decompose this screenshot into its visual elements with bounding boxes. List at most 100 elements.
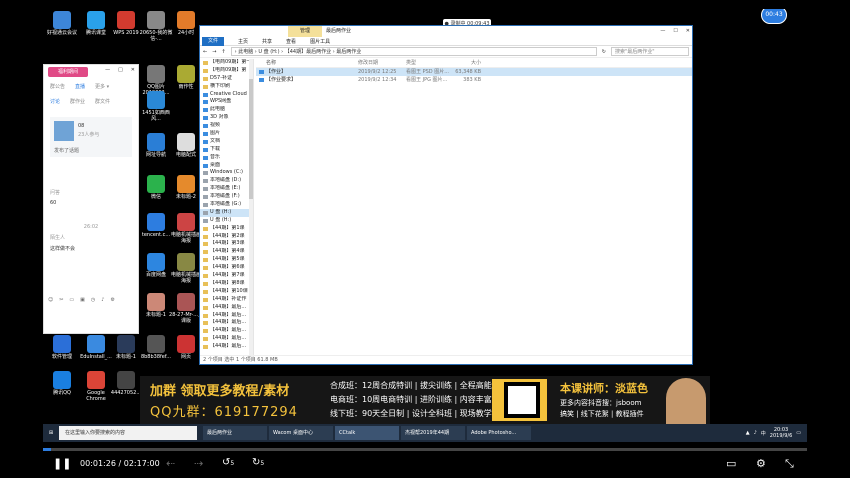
- nav-item[interactable]: 此电脑: [200, 106, 253, 114]
- emoji-icon[interactable]: ☺: [48, 297, 53, 303]
- desktop-shortcut[interactable]: 网页: [169, 335, 203, 360]
- taskbar-task[interactable]: 杰视帮2019年44期: [401, 426, 465, 440]
- taskbar-search[interactable]: 在这里输入你要搜索的内容: [59, 426, 197, 440]
- ime-icon[interactable]: 中: [761, 430, 766, 437]
- nav-item[interactable]: 下载: [200, 146, 253, 154]
- nav-item[interactable]: 【电商09期】第: [200, 67, 253, 75]
- tab-files[interactable]: 群文件: [95, 98, 110, 105]
- tab-picture-tools[interactable]: 图片工具: [310, 38, 330, 45]
- nav-item[interactable]: 【44期】第1课: [200, 225, 253, 233]
- settings-icon[interactable]: ⚙: [110, 297, 114, 303]
- network-icon[interactable]: ▲: [746, 430, 750, 436]
- desktop-shortcut[interactable]: 8b8b38fef...: [139, 335, 173, 360]
- scissors-icon[interactable]: ✂: [59, 297, 63, 303]
- address-bar[interactable]: › 此电脑 › U 盘 (H:) › 【44期】最后两作业 › 最后两作业: [230, 47, 597, 56]
- nav-item[interactable]: 【44期】最后...: [200, 312, 253, 320]
- forward-5-icon[interactable]: ↻5: [252, 457, 264, 468]
- file-row[interactable]: 【作业】 2019/9/2 12:25 看图王 PSD 图片... 63,348 KB: [256, 68, 692, 76]
- nav-item[interactable]: 【44期】第8课: [200, 280, 253, 288]
- desktop-shortcut[interactable]: 24小时: [169, 11, 203, 36]
- bell-icon[interactable]: ♪: [101, 297, 104, 303]
- tab-file[interactable]: 文件: [202, 36, 225, 46]
- desktop-shortcut[interactable]: 电脑机械插画海报: [169, 253, 203, 284]
- nav-item[interactable]: 本地磁盘 (E:): [200, 185, 253, 193]
- tab-home[interactable]: 主页: [238, 38, 248, 45]
- fullscreen-icon[interactable]: ⤡: [785, 457, 794, 471]
- search-input[interactable]: 搜索"最后两作业": [611, 47, 689, 56]
- nav-item[interactable]: 【44期】最后...: [200, 327, 253, 335]
- column-name[interactable]: 名称: [256, 59, 358, 67]
- desktop-shortcut[interactable]: 28-27-Mr-...上课版: [169, 293, 203, 324]
- nav-scrollbar-thumb[interactable]: [249, 79, 253, 199]
- folder-icon[interactable]: ▭: [69, 297, 74, 303]
- subtitle-icon[interactable]: ▭: [726, 457, 736, 470]
- desktop-shortcut[interactable]: 网址导航: [139, 133, 173, 158]
- column-date[interactable]: 修改日期: [358, 59, 406, 67]
- forward-icon[interactable]: →: [212, 49, 216, 55]
- nav-item[interactable]: Creative Cloud: [200, 91, 253, 99]
- nav-item[interactable]: 【44期】补证作: [200, 296, 253, 304]
- desktop-shortcut[interactable]: 腾讯课堂: [79, 11, 113, 36]
- nav-item[interactable]: 本地磁盘 (F:): [200, 193, 253, 201]
- tab-live[interactable]: 直播: [75, 83, 85, 90]
- desktop-shortcut[interactable]: EduInstall_...: [79, 335, 113, 360]
- close-icon[interactable]: ✕: [131, 67, 135, 73]
- settings-icon[interactable]: ⚙: [756, 457, 766, 470]
- nav-item[interactable]: 本地磁盘 (G:): [200, 201, 253, 209]
- desktop-shortcut[interactable]: 腾讯QQ: [45, 371, 79, 396]
- nav-item[interactable]: 【44期】第7课: [200, 272, 253, 280]
- nav-item[interactable]: 【44期】第4课: [200, 248, 253, 256]
- refresh-icon[interactable]: ↻: [602, 49, 606, 55]
- column-type[interactable]: 类型: [406, 59, 453, 67]
- previous-icon[interactable]: ⇠: [166, 457, 175, 470]
- desktop-shortcut[interactable]: WPS 2019: [109, 11, 143, 36]
- next-icon[interactable]: ⇢: [194, 457, 203, 470]
- timer-badge[interactable]: 00:43: [761, 9, 787, 24]
- maximize-icon[interactable]: □: [118, 67, 123, 73]
- column-size[interactable]: 大小: [453, 59, 481, 67]
- desktop-shortcut[interactable]: 未标题-1: [109, 335, 143, 360]
- nav-item[interactable]: 【电商09期】第一: [200, 59, 253, 67]
- nav-item[interactable]: 【44期】最后...: [200, 319, 253, 327]
- desktop-shortcut[interactable]: 未标题-2: [169, 175, 203, 200]
- tab-homework[interactable]: 群作业: [70, 98, 85, 105]
- nav-item[interactable]: 【44期】最后...: [200, 335, 253, 343]
- clock-icon[interactable]: ◷: [91, 297, 95, 303]
- nav-item[interactable]: 3D 对象: [200, 114, 253, 122]
- nav-item[interactable]: 图片: [200, 130, 253, 138]
- taskbar-task[interactable]: CCtalk: [335, 426, 399, 440]
- windows-start-icon[interactable]: ⊞: [43, 430, 59, 436]
- tab-view[interactable]: 查看: [286, 38, 296, 45]
- desktop-shortcut[interactable]: 微信: [139, 175, 173, 200]
- clock[interactable]: 20:03 2019/9/6: [770, 427, 792, 439]
- maximize-icon[interactable]: ☐: [673, 26, 677, 37]
- desktop-shortcut[interactable]: Google Chrome: [79, 371, 113, 402]
- desktop-shortcut[interactable]: 44427052...: [109, 371, 143, 396]
- nav-item[interactable]: 横下印刷: [200, 83, 253, 91]
- desktop-shortcut[interactable]: tencent.c...: [139, 213, 173, 238]
- nav-item[interactable]: 【44期】第5课: [200, 256, 253, 264]
- desktop-shortcut[interactable]: 好视通云会议: [45, 11, 79, 36]
- nav-item[interactable]: 【44期】第6课: [200, 264, 253, 272]
- nav-item[interactable]: 文档: [200, 138, 253, 146]
- image-icon[interactable]: ▣: [80, 297, 85, 303]
- nav-item[interactable]: 【44期】最后...: [200, 343, 253, 351]
- rewind-5-icon[interactable]: ↺5: [222, 457, 234, 468]
- desktop-shortcut[interactable]: 未标题-1: [139, 293, 173, 318]
- nav-item[interactable]: WPS网盘: [200, 98, 253, 106]
- tab-discussion[interactable]: 讨论: [50, 98, 60, 105]
- nav-item[interactable]: 【44期】第2课: [200, 233, 253, 241]
- nav-item[interactable]: 视频: [200, 122, 253, 130]
- nav-item[interactable]: 【44期】第3课: [200, 240, 253, 248]
- nav-item[interactable]: U 盘 (H:): [200, 217, 253, 225]
- nav-item[interactable]: 【44期】第10课: [200, 288, 253, 296]
- nav-item[interactable]: 本地磁盘 (D:): [200, 177, 253, 185]
- tab-more[interactable]: 更多 ▾: [95, 83, 109, 90]
- progress-bar[interactable]: [43, 448, 807, 451]
- taskbar-task[interactable]: Adobe Photosho...: [467, 426, 531, 440]
- back-icon[interactable]: ←: [203, 49, 207, 55]
- desktop-shortcut[interactable]: 软件管理: [45, 335, 79, 360]
- close-icon[interactable]: ✕: [686, 26, 690, 37]
- desktop-shortcut[interactable]: 20650-我的微信-...: [139, 11, 173, 42]
- nav-item[interactable]: 音乐: [200, 154, 253, 162]
